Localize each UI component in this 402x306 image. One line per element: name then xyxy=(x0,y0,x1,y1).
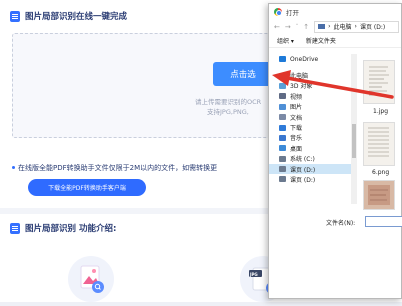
dialog-toolbar: 组织 ▾ 新建文件夹 xyxy=(269,34,401,48)
breadcrumb-separator: › xyxy=(328,23,331,30)
document-scan-icon xyxy=(368,127,389,157)
file-thumbnail-1[interactable] xyxy=(363,60,395,104)
computer-icon xyxy=(279,72,286,79)
file-name-2[interactable]: 6.png xyxy=(372,169,389,176)
music-icon xyxy=(279,134,286,141)
nav-item[interactable]: 视频 xyxy=(269,91,351,101)
download-client-button[interactable]: 下载全能PDF转换助手客户端 xyxy=(28,179,146,196)
nav-item-label: 视频 xyxy=(290,93,303,101)
nav-item-label: 系统 (C:) xyxy=(290,156,315,164)
nav-item-label: 音乐 xyxy=(290,135,303,143)
address-row: ← → ˅ ↑ › 此电脑 › 课页 (D:) xyxy=(269,19,401,34)
nav-item[interactable]: 桌面 xyxy=(269,143,351,153)
drive-icon xyxy=(279,176,286,183)
breadcrumb-this-pc[interactable]: 此电脑 xyxy=(334,22,352,31)
feature-title: 图片局部识别 功能介绍: xyxy=(10,221,116,235)
nav-item-label: 此电脑 xyxy=(290,73,309,81)
nav-scrollbar-thumb[interactable] xyxy=(352,124,356,158)
cloud-icon xyxy=(279,56,286,63)
picture-icon xyxy=(279,103,286,110)
file-thumbnail-2[interactable] xyxy=(363,122,395,166)
filename-input[interactable] xyxy=(365,216,402,227)
nav-item[interactable]: 下载 xyxy=(269,122,351,132)
nav-item-label: 桌面 xyxy=(290,145,303,153)
bullet-icon xyxy=(12,166,15,169)
feature-illustration-1 xyxy=(68,256,114,302)
image-search-icon xyxy=(80,265,104,293)
filename-label: 文件名(N): xyxy=(326,220,356,227)
file-thumbnail-3[interactable] xyxy=(363,180,395,210)
document-icon xyxy=(279,114,286,121)
upload-hint: 请上传需要识别的OCR xyxy=(195,98,262,106)
size-limit-notice: 在线版全能PDF转换助手文件仅限于2M以内的文件，如需转换更 xyxy=(18,164,218,172)
file-name-1[interactable]: 1.jpg xyxy=(373,108,388,115)
chevron-down-icon[interactable]: ˅ xyxy=(296,24,299,30)
video-icon xyxy=(279,93,286,100)
nav-item-label: 下载 xyxy=(290,125,303,133)
nav-item[interactable]: 课页 (D:) xyxy=(269,174,351,184)
page-title-text: 图片局部识别在线一键完成 xyxy=(25,12,128,22)
navigation-pane: OneDrive 此电脑 3D 对象视频图片文档下载音乐桌面系统 (C:) 课页 (D… xyxy=(269,54,351,214)
nav-item[interactable]: 文档 xyxy=(269,112,351,122)
photo-icon xyxy=(368,185,390,205)
drive-icon xyxy=(279,166,286,173)
drive-icon xyxy=(279,155,286,162)
3d-objects-icon xyxy=(279,82,286,89)
new-folder-button[interactable]: 新建文件夹 xyxy=(306,36,336,45)
feature-title-text: 图片局部识别 功能介绍: xyxy=(25,224,117,234)
page-title: 图片局部识别在线一键完成 xyxy=(10,9,127,23)
dialog-title: 打开 xyxy=(286,8,299,17)
address-bar[interactable]: › 此电脑 › 课页 (D:) xyxy=(314,20,399,33)
nav-item-label: OneDrive xyxy=(290,55,319,63)
upload-button[interactable]: 点击选 xyxy=(213,62,273,86)
breadcrumb-separator: › xyxy=(354,23,357,30)
upload-formats-hint: 支持JPG,PNG, xyxy=(207,108,249,116)
breadcrumb-drive-d[interactable]: 课页 (D:) xyxy=(360,22,385,31)
document-icon xyxy=(10,222,20,234)
back-icon[interactable]: ← xyxy=(274,23,280,31)
document-scan-icon xyxy=(369,66,389,96)
nav-item-label: 文档 xyxy=(290,114,303,122)
nav-item[interactable]: 系统 (C:) xyxy=(269,154,351,164)
download-icon xyxy=(279,124,286,131)
chrome-icon xyxy=(274,7,282,16)
file-open-dialog: 打开 ← → ˅ ↑ › 此电脑 › 课页 (D:) 组织 ▾ 新建文件夹 On… xyxy=(268,3,402,299)
nav-item[interactable]: 图片 xyxy=(269,102,351,112)
nav-item[interactable]: OneDrive xyxy=(269,54,351,64)
nav-item-label: 课页 (D:) xyxy=(290,176,316,184)
document-icon xyxy=(10,10,20,22)
nav-item[interactable]: 课页 (D:) xyxy=(269,163,351,175)
nav-item[interactable]: 此电脑 xyxy=(269,70,351,80)
desktop-icon xyxy=(279,145,286,152)
computer-icon xyxy=(318,24,326,29)
nav-item[interactable]: 音乐 xyxy=(269,133,351,143)
jpg-badge: JPG xyxy=(250,271,258,277)
nav-item-label: 3D 对象 xyxy=(290,83,313,91)
nav-item-label: 课页 (D:) xyxy=(290,166,316,174)
up-icon[interactable]: ↑ xyxy=(303,23,309,31)
organize-button[interactable]: 组织 ▾ xyxy=(277,36,294,45)
nav-item-label: 图片 xyxy=(290,104,303,112)
nav-item[interactable]: 3D 对象 xyxy=(269,81,351,91)
dialog-titlebar[interactable]: 打开 xyxy=(269,4,401,19)
forward-icon[interactable]: → xyxy=(285,23,291,31)
